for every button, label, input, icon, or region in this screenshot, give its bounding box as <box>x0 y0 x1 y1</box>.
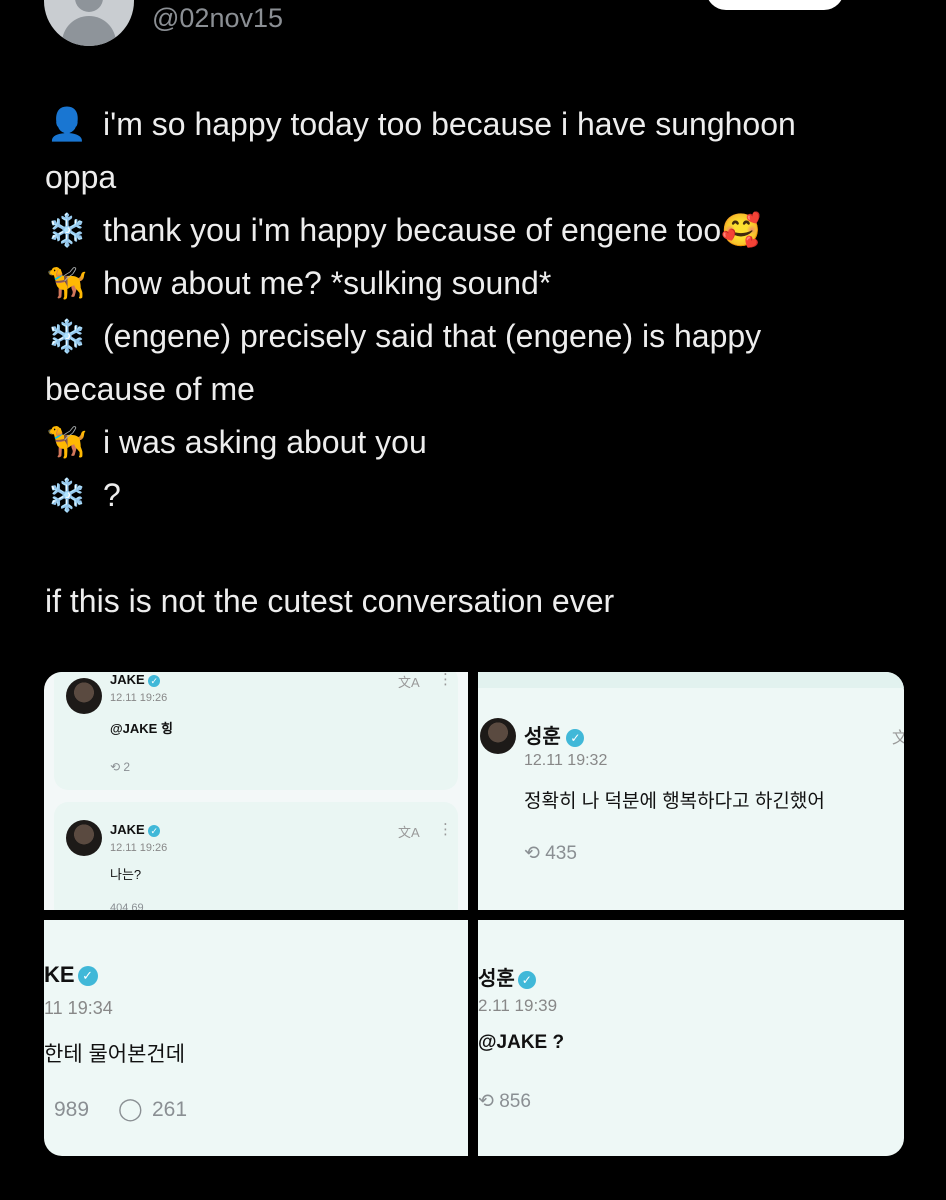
translate-icon: 文A <box>398 675 420 690</box>
tweet-line: 🦮 how about me? *sulking sound* <box>45 257 905 310</box>
post-card: JAKE ✓ 12.11 19:26 文A ⋮ @JAKE 힝 ⟲ 2 <box>54 672 458 790</box>
person-icon: 👤 <box>47 106 87 142</box>
post-card: JAKE ✓ 12.11 19:26 文A ⋮ 나는? 404 69 <box>54 802 458 910</box>
tweet-line: 👤 i'm so happy today too because i have s… <box>45 98 905 151</box>
reply-count: ⟲ 435 <box>524 843 577 864</box>
more-icon: ⋮ <box>438 672 453 688</box>
reply-icon: ⟲ <box>478 1091 494 1112</box>
media-image-1[interactable]: JAKE ✓ 12.11 19:26 文A ⋮ @JAKE 힝 ⟲ 2 JAKE… <box>44 672 468 910</box>
reply-count: ⟲ 856 <box>478 1091 531 1112</box>
verified-icon: ✓ <box>148 674 161 687</box>
verified-icon: ✓ <box>148 824 161 837</box>
guide-dog-icon: 🦮 <box>47 424 87 460</box>
tweet-text: 👤 i'm so happy today too because i have s… <box>45 98 905 628</box>
tweet-line: oppa <box>45 159 117 195</box>
snowflake-icon: ❄️ <box>47 212 87 248</box>
follow-button[interactable] <box>706 0 844 10</box>
reply-icon: ⟲ <box>110 760 121 774</box>
media-image-2[interactable]: 성훈 ✓ 12.11 19:32 文 정확히 나 덕분에 행복하다고 하긴했어 … <box>478 672 904 910</box>
media-image-3[interactable]: KE ✓ 11 19:34 한테 물어본건데 989 ◯ 261 <box>44 920 468 1156</box>
tweet-line: ❄️ (engene) precisely said that (engene) … <box>45 310 905 363</box>
avatar <box>66 678 102 714</box>
tweet-closing: if this is not the cutest conversation e… <box>45 583 615 619</box>
translate-icon: 文A <box>398 825 420 840</box>
verified-icon: ✓ <box>566 728 585 747</box>
tweet-line: 🦮 i was asking about you <box>45 416 905 469</box>
snowflake-icon: ❄️ <box>47 477 87 513</box>
translate-icon: 文 <box>892 730 904 747</box>
tweet-line: because of me <box>45 371 255 407</box>
avatar-placeholder-icon <box>75 0 103 12</box>
media-grid[interactable]: JAKE ✓ 12.11 19:26 文A ⋮ @JAKE 힝 ⟲ 2 JAKE… <box>44 672 904 1156</box>
avatar <box>480 718 516 754</box>
more-icon: ⋮ <box>438 821 453 838</box>
media-image-4[interactable]: 성훈 ✓ 2.11 19:39 @JAKE ? ⟲ 856 <box>478 920 904 1156</box>
verified-icon: ✓ <box>517 970 536 989</box>
comment-icon: ◯ <box>118 1096 143 1121</box>
verified-icon: ✓ <box>77 966 98 987</box>
reply-icon: ⟲ <box>524 843 540 864</box>
reply-count: ⟲ 2 <box>110 760 131 774</box>
snowflake-icon: ❄️ <box>47 318 87 354</box>
user-avatar[interactable] <box>44 0 134 46</box>
avatar <box>66 820 102 856</box>
user-handle[interactable]: @02nov15 <box>152 3 283 34</box>
tweet-line: ❄️? <box>45 469 905 522</box>
tweet-line: ❄️ thank you i'm happy because of engene … <box>45 204 905 257</box>
guide-dog-icon: 🦮 <box>47 265 87 301</box>
